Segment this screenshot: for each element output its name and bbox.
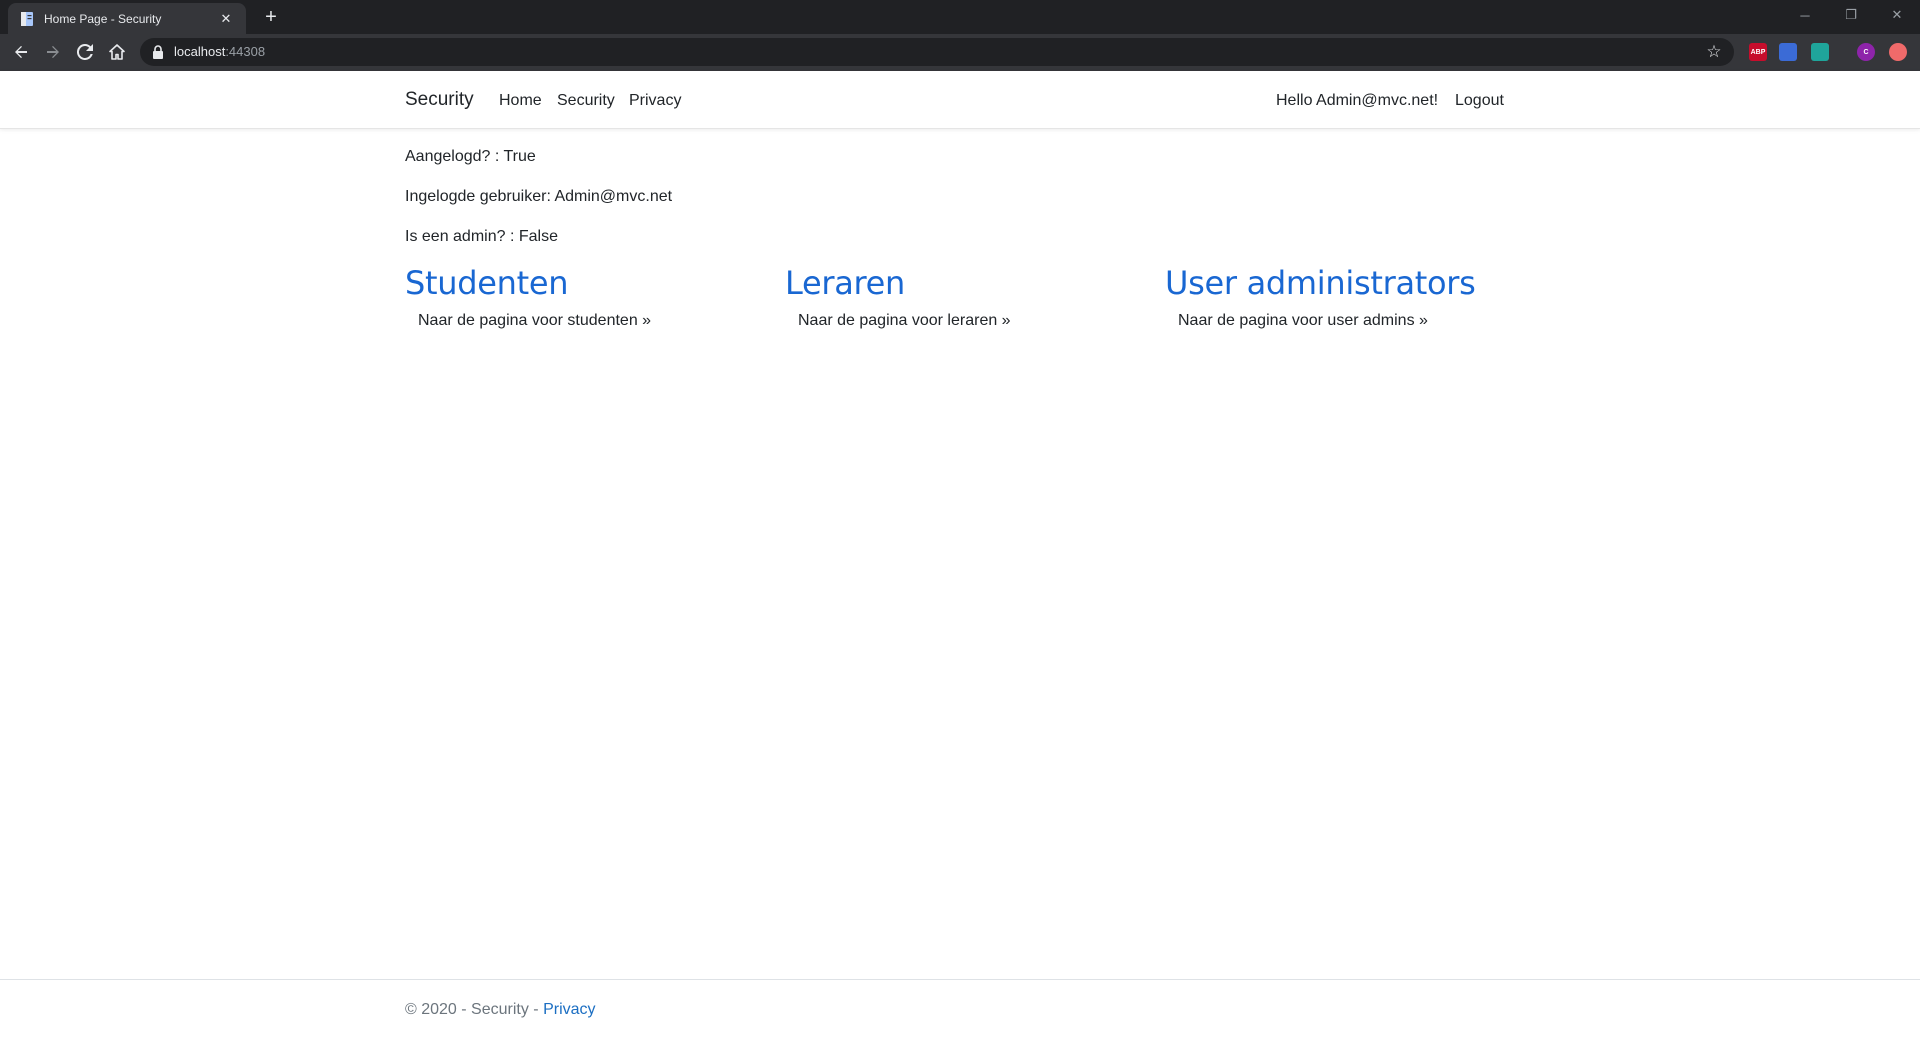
cloud-extension-icon[interactable] (1779, 43, 1797, 61)
window-close-icon[interactable]: ✕ (1874, 0, 1920, 30)
user-greeting-link[interactable]: Hello Admin@mvc.net! (1276, 92, 1438, 110)
address-bar[interactable]: localhost:44308 ☆ (140, 38, 1734, 66)
page-favicon-icon (20, 11, 34, 27)
admin-status: Is een admin? : False (405, 228, 558, 245)
section-title-studenten: Studenten (405, 264, 569, 302)
teal-extension-icon[interactable] (1811, 43, 1829, 61)
section-title-leraren: Leraren (785, 264, 906, 302)
browser-tab[interactable]: Home Page - Security ✕ (8, 3, 246, 34)
new-tab-icon[interactable]: + (260, 6, 282, 28)
site-navbar: Security Home Security Privacy Hello Adm… (0, 71, 1920, 129)
section-leraren: Leraren Naar de pagina voor leraren » (785, 264, 1145, 329)
adblock-plus-icon[interactable]: ABP (1749, 43, 1767, 61)
browser-toolbar: localhost:44308 ☆ ABP C (0, 34, 1920, 71)
home-icon[interactable] (105, 40, 129, 64)
tab-title: Home Page - Security (44, 11, 162, 26)
forward-icon[interactable] (41, 40, 65, 64)
footer-privacy-link[interactable]: Privacy (543, 1001, 595, 1018)
logged-in-status: Aangelogd? : True (405, 148, 536, 165)
nav-link-home[interactable]: Home (499, 92, 542, 110)
brand-link[interactable]: Security (405, 89, 474, 111)
bookmark-star-icon[interactable]: ☆ (1704, 42, 1724, 62)
close-tab-icon[interactable]: ✕ (218, 11, 234, 27)
footer-text: © 2020 - Security - Privacy (405, 1001, 596, 1019)
section-studenten: Studenten Naar de pagina voor studenten … (405, 264, 765, 329)
logout-button[interactable]: Logout (1455, 92, 1504, 110)
section-user-admins: User administrators Naar de pagina voor … (1165, 264, 1525, 329)
window-controls: ─ ❐ ✕ (1782, 0, 1920, 30)
url-port: :44308 (225, 44, 266, 59)
link-user-admins[interactable]: Naar de pagina voor user admins » (1178, 312, 1428, 330)
reload-icon[interactable] (73, 40, 97, 64)
nav-link-security[interactable]: Security (557, 92, 615, 110)
url-host: localhost (174, 44, 226, 59)
site-footer: © 2020 - Security - Privacy (0, 979, 1920, 1041)
logged-in-user: Ingelogde gebruiker: Admin@mvc.net (405, 188, 673, 205)
profile-avatar-icon[interactable]: C (1857, 43, 1875, 61)
section-title-user-admins: User administrators (1165, 264, 1476, 302)
link-leraren[interactable]: Naar de pagina voor leraren » (798, 312, 1011, 330)
link-studenten[interactable]: Naar de pagina voor studenten » (418, 312, 651, 330)
url-text: localhost:44308 (174, 44, 265, 60)
restore-icon[interactable]: ❐ (1828, 0, 1874, 30)
footer-copyright: © 2020 - Security - (405, 1001, 544, 1018)
browser-tab-strip: Home Page - Security ✕ + ─ ❐ ✕ (0, 0, 1920, 34)
lock-icon[interactable] (152, 45, 164, 59)
back-icon[interactable] (9, 40, 33, 64)
minimize-icon[interactable]: ─ (1782, 0, 1828, 30)
nav-link-privacy[interactable]: Privacy (629, 92, 681, 110)
red-extension-icon[interactable] (1889, 43, 1907, 61)
